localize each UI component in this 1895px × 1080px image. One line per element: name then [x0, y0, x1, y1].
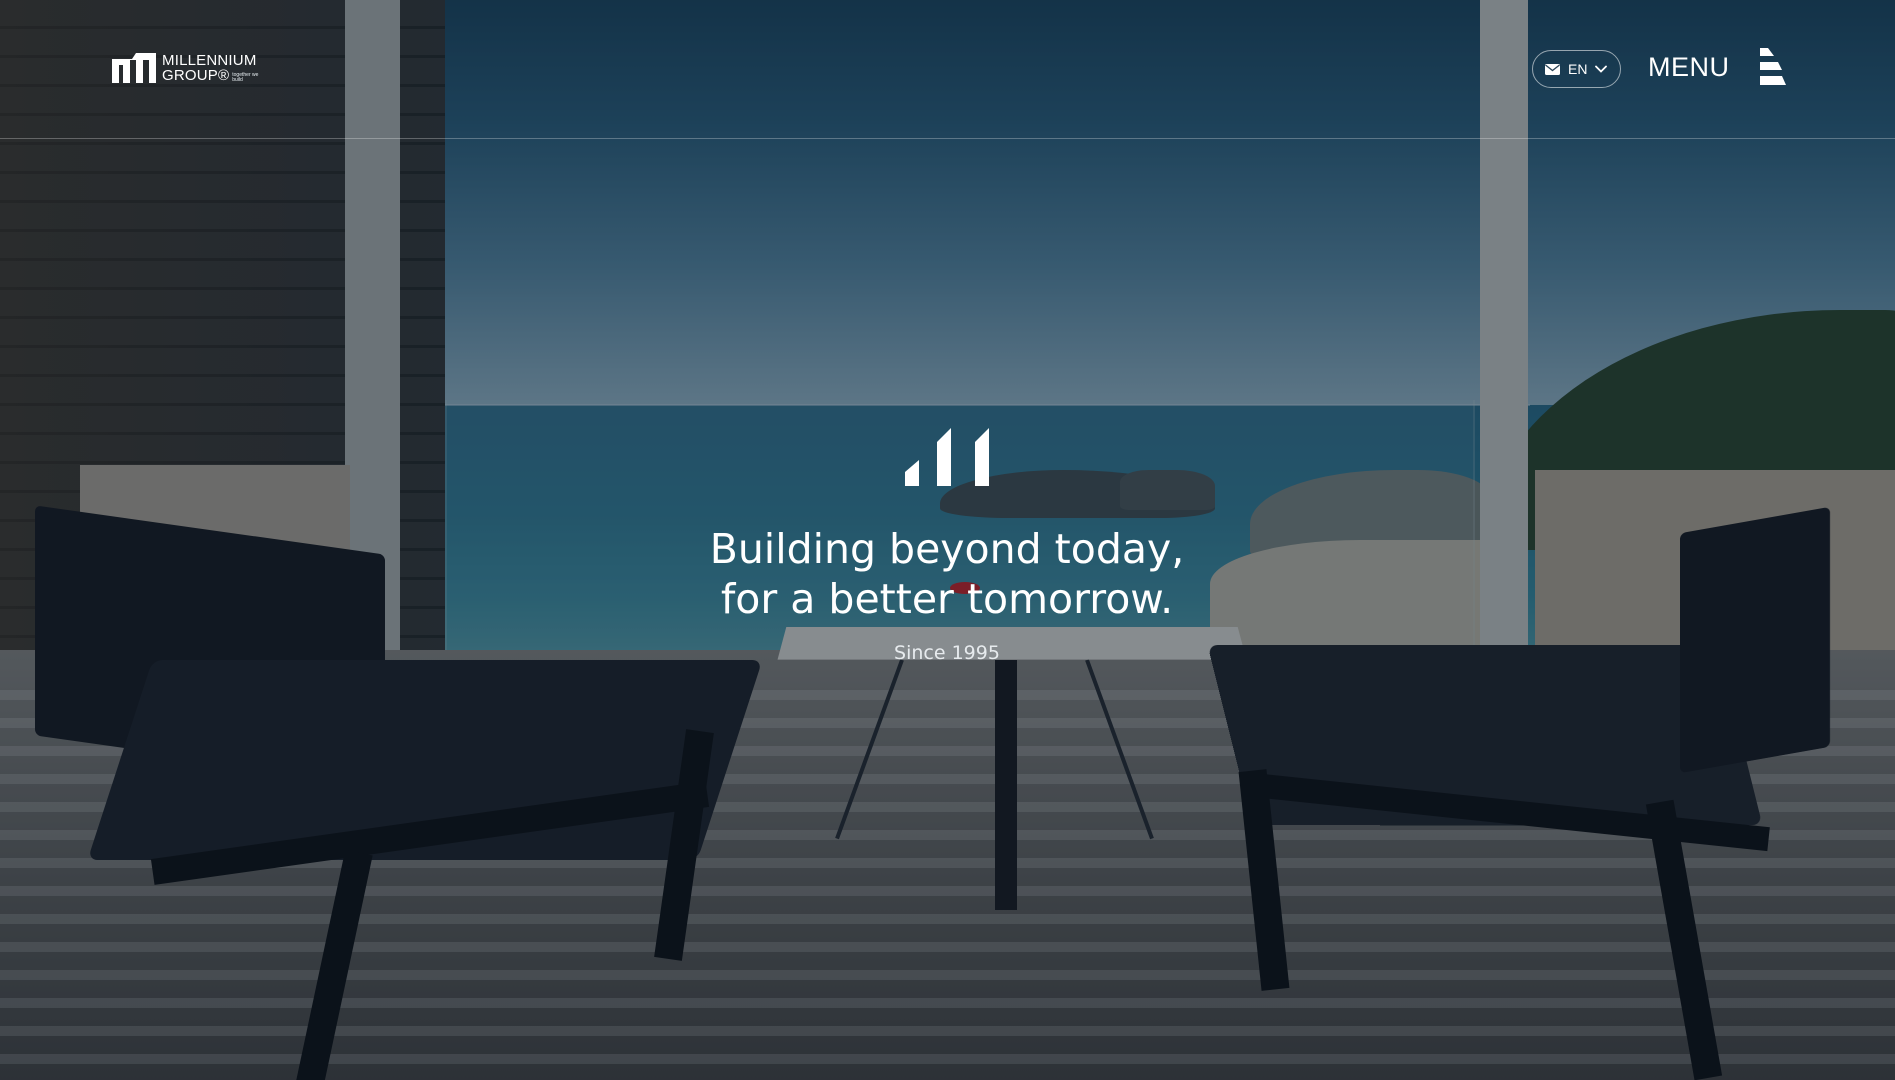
since-text: Since 1995 — [894, 642, 1000, 664]
headline-line1: Building beyond today, — [709, 525, 1185, 573]
site-logo[interactable]: MILLENNIUM GROUP® together we build — [112, 53, 266, 83]
logo-wordmark: MILLENNIUM GROUP® together we build — [162, 53, 266, 83]
millennium-bars-mark-icon — [905, 428, 989, 486]
logo-tagline: together we build — [232, 72, 259, 83]
hero-headline: Building beyond today, for a better tomo… — [710, 524, 1185, 624]
menu-label: MENU — [1648, 51, 1730, 82]
logo-line1: MILLENNIUM — [162, 52, 257, 69]
menu-button[interactable]: MENU — [1648, 48, 1786, 86]
hero-content: Building beyond today, for a better tomo… — [647, 428, 1247, 664]
millennium-logo-mark-icon — [112, 53, 156, 83]
headline-line2: for a better tomorrow. — [720, 575, 1174, 623]
logo-line2: GROUP® — [162, 67, 230, 84]
language-code: EN — [1568, 61, 1588, 77]
mail-icon — [1545, 63, 1560, 75]
language-selector[interactable]: EN — [1532, 50, 1621, 88]
menu-icon — [1759, 48, 1786, 85]
chevron-down-icon — [1595, 65, 1608, 73]
site-header: MILLENNIUM GROUP® together we build EN M… — [0, 0, 1895, 139]
